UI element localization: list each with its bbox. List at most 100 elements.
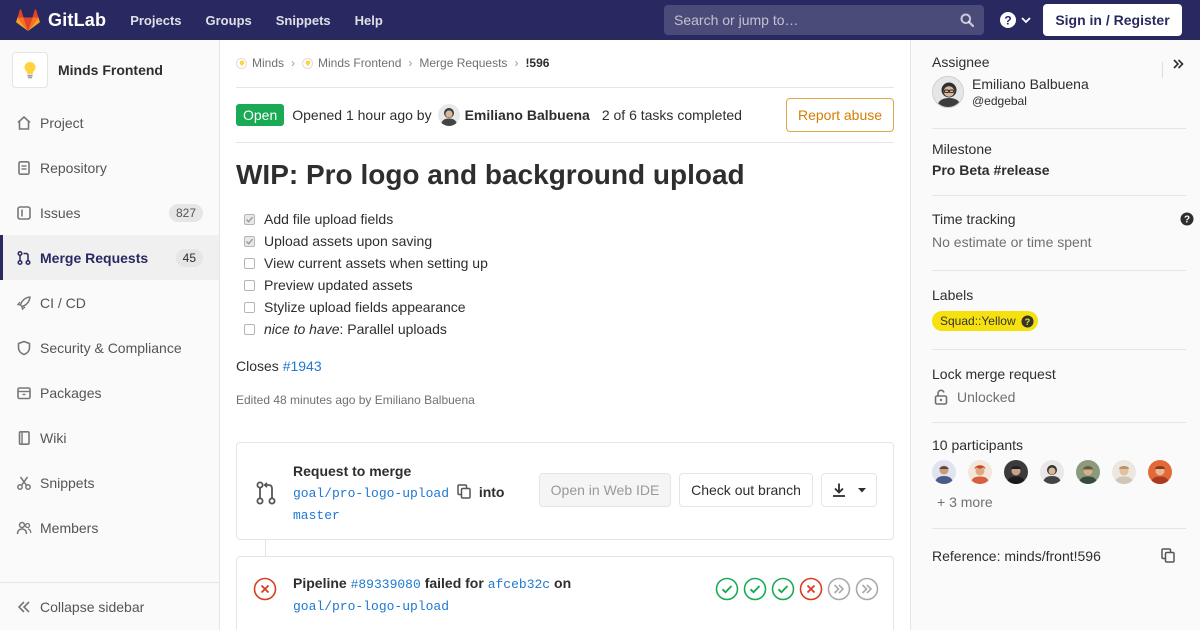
nav-projects[interactable]: Projects [130,13,181,28]
right-sidebar: Assignee Emiliano Balbuena @edgebal Mile… [910,40,1200,630]
search-box [664,5,984,35]
author-link[interactable]: Emiliano Balbuena [465,107,590,123]
sidebar-item-members[interactable]: Members [0,505,219,550]
book-icon [16,430,32,446]
target-branch-link[interactable]: master [293,508,340,523]
left-sidebar: Minds Frontend Project Repository Issues… [0,40,220,630]
report-abuse-button[interactable]: Report abuse [786,98,894,132]
search-icon[interactable] [960,13,974,27]
copy-icon[interactable] [457,484,471,499]
sidebar-item-label: Members [40,519,99,536]
participant-avatar[interactable] [932,460,956,484]
author-avatar[interactable] [437,104,460,126]
help-icon[interactable]: ? [1180,212,1194,226]
task-checkbox[interactable] [244,279,255,291]
breadcrumb-minds[interactable]: Minds [252,56,284,70]
task-checkbox[interactable] [244,323,255,335]
commit-link[interactable]: afceb32c [488,577,550,592]
into-label: into [478,484,505,500]
pipeline-stages [711,577,879,601]
sidebar-item-merge-requests[interactable]: Merge Requests 45 [0,235,219,280]
sidebar-item-label: Security & Compliance [40,339,182,356]
pipeline-branch-link[interactable]: goal/pro-logo-upload [293,599,449,614]
sidebar-item-issues[interactable]: Issues 827 [0,190,219,235]
open-web-ide-button[interactable]: Open in Web IDE [539,473,671,507]
time-tracking-value: No estimate or time spent [932,234,1092,250]
pipeline-summary: Pipeline #89339080 failed for afceb32c o… [293,573,571,617]
unlock-icon [934,389,948,405]
task-text: View current assets when setting up [264,255,488,271]
merge-request-icon [256,481,276,505]
pipeline-label: Pipeline [293,575,347,591]
sidebar-item-ci-cd[interactable]: CI / CD [0,280,219,325]
svg-text:?: ? [1184,215,1190,226]
task-checkbox[interactable] [244,301,255,313]
nav-help[interactable]: Help [355,13,383,28]
breadcrumb-minds-frontend[interactable]: Minds Frontend [318,56,401,70]
task-item: Add file upload fields [244,208,488,230]
nav-groups[interactable]: Groups [206,13,252,28]
participant-avatar[interactable] [1148,460,1172,484]
search-input[interactable] [674,12,944,28]
milestone-link[interactable]: Pro Beta #release [932,162,1186,178]
project-header[interactable]: Minds Frontend [0,40,219,100]
help-icon[interactable]: ? [1021,314,1034,328]
tanuki-icon [16,9,40,31]
assignee-name[interactable]: Emiliano Balbuena [972,76,1089,92]
stage-skipped-icon[interactable] [827,577,851,601]
breadcrumb-merge-requests[interactable]: Merge Requests [419,56,507,70]
source-branch-link[interactable]: goal/pro-logo-upload [293,486,449,501]
more-participants-link[interactable]: + 3 more [937,494,1186,510]
task-text: Upload assets upon saving [264,233,433,249]
pipeline-id-link[interactable]: #89339080 [351,577,421,592]
collapse-sidebar-button[interactable]: Collapse sidebar [0,582,219,630]
breadcrumb: Minds › Minds Frontend › Merge Requests … [236,56,549,70]
sidebar-item-security[interactable]: Security & Compliance [0,325,219,370]
chevron-right-icon: › [408,56,413,70]
stage-skipped-icon[interactable] [855,577,879,601]
merge-request-summary: Request to merge goal/pro-logo-upload in… [293,461,533,526]
sidebar-item-packages[interactable]: Packages [0,370,219,415]
task-checkbox[interactable] [244,213,255,225]
svg-text:?: ? [1024,316,1030,326]
stage-passed-icon[interactable] [743,577,767,601]
sidebar-item-snippets[interactable]: Snippets [0,460,219,505]
top-navbar: GitLab Projects Groups Snippets Help ? S… [0,0,1200,40]
task-checkbox[interactable] [244,235,255,247]
collapse-label: Collapse sidebar [40,598,145,615]
participant-avatar[interactable] [1040,460,1064,484]
sidebar-item-project[interactable]: Project [0,100,219,145]
nav-snippets[interactable]: Snippets [276,13,331,28]
participant-avatar[interactable] [1004,460,1028,484]
gitlab-logo[interactable]: GitLab [16,9,106,31]
assignee-avatar[interactable] [932,76,964,108]
sidebar-item-label: Packages [40,384,102,401]
participants-block: 10 participants + 3 more [932,437,1186,529]
task-text: Stylize upload fields appearance [264,299,466,315]
tasks-summary: 2 of 6 tasks completed [601,107,742,123]
stage-failed-icon[interactable] [799,577,823,601]
stage-passed-icon[interactable] [771,577,795,601]
participant-avatar[interactable] [968,460,992,484]
check-out-branch-button[interactable]: Check out branch [679,473,813,507]
sidebar-item-wiki[interactable]: Wiki [0,415,219,460]
sign-in-button[interactable]: Sign in / Register [1043,4,1182,36]
time-tracking-title: Time tracking [932,211,1016,227]
download-dropdown-button[interactable] [821,473,877,507]
copy-icon[interactable] [1161,548,1175,563]
merge-request-widget: Request to merge goal/pro-logo-upload in… [236,442,894,540]
status-failed-icon[interactable] [253,577,277,601]
help-dropdown[interactable]: ? [999,11,1032,29]
status-badge: Open [236,104,285,126]
stage-passed-icon[interactable] [715,577,739,601]
label-pill[interactable]: Squad::Yellow ? [932,311,1038,331]
task-checkbox[interactable] [244,257,255,269]
participant-avatar[interactable] [1076,460,1100,484]
participant-avatar[interactable] [1112,460,1136,484]
assignee-handle: @edgebal [972,94,1027,108]
pipeline-status-text: failed for [424,575,484,591]
sidebar-item-repository[interactable]: Repository [0,145,219,190]
page-title: WIP: Pro logo and background upload [236,159,745,190]
closes-issue-link[interactable]: #1943 [283,358,322,374]
breadcrumb-current[interactable]: !596 [525,56,549,70]
